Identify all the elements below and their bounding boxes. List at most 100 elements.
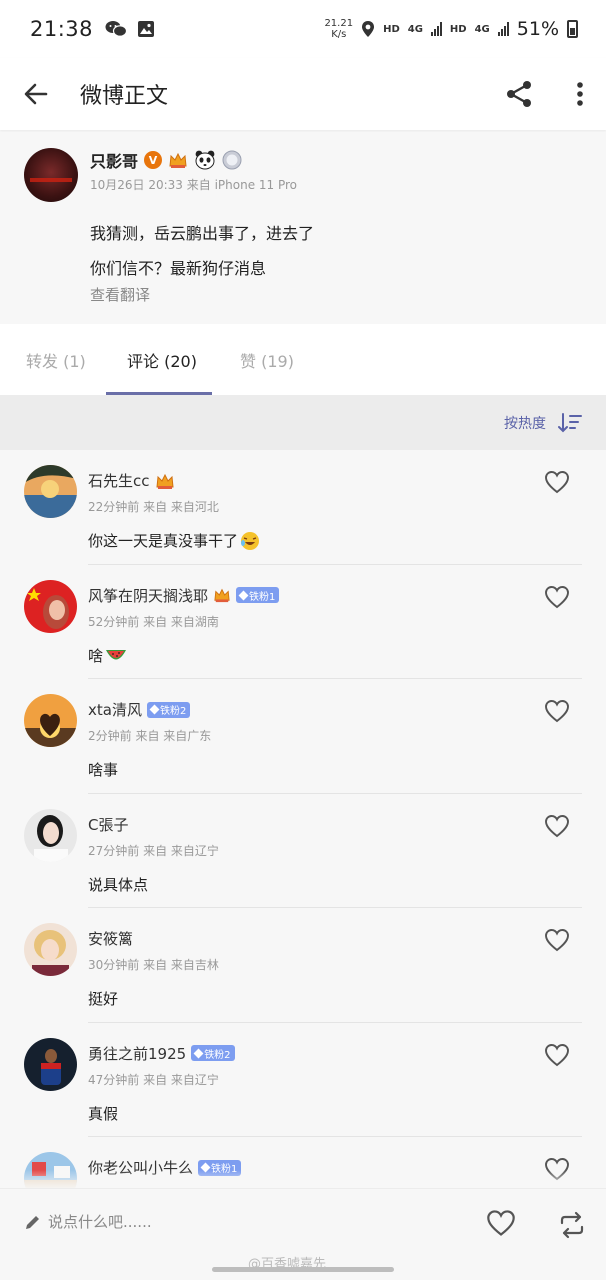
compose-placeholder: 说点什么吧......: [48, 1213, 152, 1231]
commenter-name[interactable]: xta清风: [88, 699, 142, 720]
comment-text: 真假: [88, 1104, 119, 1123]
comment-text: 啥: [88, 645, 127, 666]
page-title: 微博正文: [80, 84, 169, 109]
commenter-name[interactable]: 勇往之前1925: [88, 1043, 186, 1064]
commenter-avatar[interactable]: [24, 465, 77, 518]
tab-reposts[interactable]: 转发 (1): [26, 324, 86, 395]
status-time: 21:38: [30, 17, 94, 41]
author-avatar[interactable]: [24, 148, 78, 202]
comment-item: 勇往之前1925 铁粉2 47分钟前 来自 来自辽宁 真假: [0, 1023, 606, 1137]
commenter-avatar[interactable]: [24, 1037, 77, 1091]
tab-bar: 转发 (1) 评论 (20) 赞 (19): [0, 324, 606, 395]
like-heart-icon[interactable]: [544, 1043, 570, 1067]
crown-icon: [155, 473, 174, 489]
comment-meta: 27分钟前 来自 来自辽宁: [88, 843, 219, 858]
bottom-fade: [0, 1170, 606, 1190]
fan-badge: 铁粉1: [236, 587, 280, 603]
network-label-2: 4G: [474, 23, 490, 35]
location-icon: [362, 21, 375, 37]
header-actions: [504, 79, 584, 109]
fan-badge: 铁粉2: [191, 1045, 235, 1061]
post-line-1: 我猜测，岳云鹏出事了，进去了: [90, 224, 315, 243]
laughing-crying-emoji-icon: [241, 531, 260, 550]
repost-icon[interactable]: [558, 1211, 586, 1239]
commenter-avatar[interactable]: [24, 579, 77, 633]
home-indicator[interactable]: [212, 1267, 394, 1272]
hd-label-2: HD: [449, 23, 467, 35]
commenter-row: C張子: [88, 814, 128, 835]
comment-text: 挺好: [88, 990, 119, 1008]
watermelon-emoji-icon: [106, 650, 127, 660]
like-heart-icon[interactable]: [544, 470, 570, 494]
app-header: 微博正文: [0, 58, 606, 130]
verified-badge: V: [144, 151, 163, 169]
comment-item: C張子 27分钟前 来自 来自辽宁 说具体点: [0, 794, 606, 908]
medal-icon: [222, 150, 242, 170]
comment-item: xta清风 铁粉2 2分钟前 来自 来自广东 啥事: [0, 679, 606, 794]
post-meta: 10月26日 20:33 来自 iPhone 11 Pro: [90, 178, 298, 192]
post-body: 我猜测，岳云鹏出事了，进去了 你们信不？最新狗仔消息: [90, 216, 314, 286]
status-notification-icons: [105, 20, 155, 38]
comment-text: 说具体点: [88, 875, 149, 894]
status-bar: 21:38 21.21 K/s HD 4G HD 4G 51%: [0, 0, 606, 58]
crown-icon: [214, 588, 230, 603]
sort-label[interactable]: 按热度: [504, 413, 546, 433]
hd-label-1: HD: [383, 23, 400, 35]
fan-badge: 铁粉2: [146, 701, 191, 718]
network-speed: 21.21 K/s: [324, 18, 354, 40]
commenter-row: 石先生cc: [88, 470, 175, 491]
back-arrow-icon[interactable]: [22, 80, 50, 108]
sort-icon[interactable]: [558, 412, 582, 434]
post: 只影哥 V 10月26日 20:33 来自 iPhone 11 Pro 我猜测，…: [0, 132, 606, 324]
commenter-name[interactable]: C張子: [88, 814, 128, 835]
translate-link[interactable]: 查看翻译: [90, 284, 150, 305]
like-heart-icon[interactable]: [486, 1209, 516, 1237]
comment-text: 啥事: [88, 761, 119, 779]
pencil-icon: [26, 1215, 39, 1229]
comment-list: 石先生cc 22分钟前 来自 来自河北 你这一天是真没事干了 风筝在阴天搁浅耶 …: [0, 450, 606, 1252]
bottom-bar: 说点什么吧...... @百香嘘嘉先: [0, 1188, 606, 1280]
like-heart-icon[interactable]: [544, 928, 570, 952]
signal-icon-1: [430, 22, 442, 36]
comment-compose[interactable]: 说点什么吧......: [24, 1211, 152, 1232]
tab-likes[interactable]: 赞 (19): [240, 324, 294, 395]
commenter-name[interactable]: 安筱篱: [88, 928, 133, 949]
status-right: 21.21 K/s HD 4G HD 4G 51%: [324, 18, 578, 40]
commenter-row: xta清风 铁粉2: [88, 699, 191, 720]
commenter-row: 安筱篱: [88, 928, 133, 949]
tab-comments[interactable]: 评论 (20): [127, 324, 197, 395]
comment-item: 安筱篱 30分钟前 来自 来自吉林 挺好: [0, 908, 606, 1023]
like-heart-icon[interactable]: [544, 814, 570, 838]
battery-percent: 51%: [516, 18, 559, 40]
wechat-icon: [105, 21, 128, 37]
sort-bar: 按热度: [0, 395, 606, 450]
commenter-name[interactable]: 风筝在阴天搁浅耶: [88, 585, 208, 606]
like-heart-icon[interactable]: [544, 699, 570, 723]
comment-meta: 2分钟前 来自 来自广东: [88, 729, 212, 743]
signal-icon-2: [497, 22, 509, 36]
comment-meta: 52分钟前 来自 来自湖南: [88, 614, 219, 629]
author-row: 只影哥 V: [90, 148, 242, 172]
commenter-avatar[interactable]: [24, 808, 77, 862]
post-line-2: 你们信不？最新狗仔消息: [90, 259, 267, 278]
comment-item: 石先生cc 22分钟前 来自 来自河北 你这一天是真没事干了: [0, 450, 606, 565]
crown-icon: [169, 152, 187, 168]
like-heart-icon[interactable]: [544, 585, 570, 609]
commenter-avatar[interactable]: [24, 923, 77, 976]
more-vertical-icon[interactable]: [576, 81, 584, 107]
comment-meta: 47分钟前 来自 来自辽宁: [88, 1072, 219, 1087]
commenter-row: 勇往之前1925 铁粉2: [88, 1043, 235, 1064]
comment-text: 你这一天是真没事干了: [88, 530, 260, 551]
comment-meta: 22分钟前 来自 来自河北: [88, 500, 219, 514]
author-name[interactable]: 只影哥: [90, 148, 138, 172]
share-icon[interactable]: [504, 79, 534, 109]
commenter-row: 风筝在阴天搁浅耶 铁粉1: [88, 585, 280, 606]
panda-icon: [195, 150, 215, 170]
battery-icon: [567, 20, 578, 38]
comment-item: 风筝在阴天搁浅耶 铁粉1 52分钟前 来自 来自湖南 啥: [0, 565, 606, 679]
comment-meta: 30分钟前 来自 来自吉林: [88, 958, 219, 972]
commenter-avatar[interactable]: [24, 694, 77, 747]
commenter-name[interactable]: 石先生cc: [88, 470, 150, 491]
gallery-icon: [138, 21, 155, 37]
network-label-1: 4G: [407, 23, 423, 35]
